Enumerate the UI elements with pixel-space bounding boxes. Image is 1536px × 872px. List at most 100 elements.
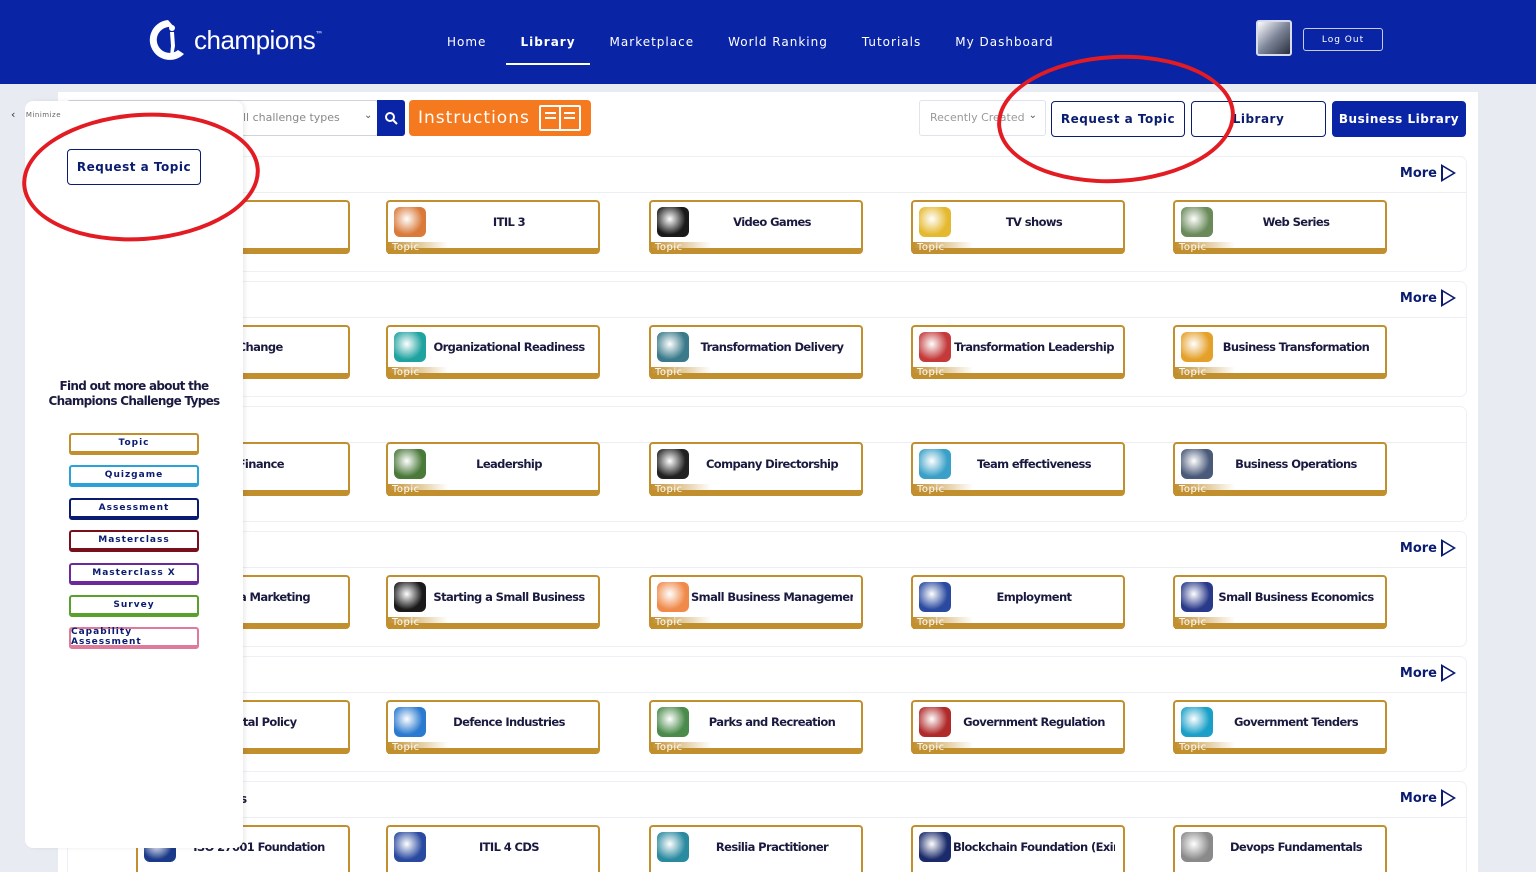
challenge-card[interactable]: Transformation Leadership Topic [911, 325, 1125, 379]
section-header: s More [68, 782, 1466, 818]
nav-my-dashboard[interactable]: My Dashboard [955, 29, 1053, 55]
more-label: More [1399, 790, 1437, 806]
request-topic-button[interactable]: Request a Topic [1051, 101, 1185, 137]
challenge-card[interactable]: Video Games Topic [649, 200, 863, 254]
sidebar-request-topic-button[interactable]: Request a Topic [67, 149, 201, 185]
library-toolbar: ✕ ll challenge types ⌄ Instructions Rece… [67, 100, 1467, 137]
card-title: Blockchain Foundation (Exin) [953, 840, 1115, 854]
nav-world-ranking[interactable]: World Ranking [728, 29, 828, 55]
challenge-card[interactable]: Government Regulation Topic [911, 700, 1125, 754]
library-section: s Finance Leadership Topic Company Director… [68, 407, 1466, 521]
legend-masterclass-x[interactable]: Masterclass X [69, 563, 199, 585]
card-type-badge: Topic [913, 242, 973, 254]
card-title: ental Policy [228, 715, 297, 729]
challenge-card[interactable]: TV shows Topic [911, 200, 1125, 254]
more-link[interactable]: More [1400, 789, 1456, 807]
challenge-card[interactable]: Defence Industries Topic [386, 700, 600, 754]
challenge-card[interactable]: Web Series Topic [1173, 200, 1387, 254]
challenge-card[interactable]: Leadership Topic [386, 442, 600, 496]
challenge-card[interactable]: Small Business Economics Topic [1173, 575, 1387, 629]
challenge-card[interactable]: Blockchain Foundation (Exin) [911, 825, 1125, 872]
challenge-card[interactable]: Parks and Recreation Topic [649, 700, 863, 754]
business-library-button[interactable]: Business Library [1332, 101, 1466, 137]
web-series-icon [1181, 207, 1213, 237]
main-nav: Home Library Marketplace World Ranking T… [430, 0, 1071, 84]
section-header: More [68, 282, 1466, 318]
challenge-card[interactable]: Government Tenders Topic [1173, 700, 1387, 754]
card-type-badge: Topic [1175, 367, 1235, 379]
top-header: champions ™ Home Library Marketplace Wor… [0, 0, 1536, 84]
challenge-card[interactable]: Business Operations Topic [1173, 442, 1387, 496]
card-title: s Change [228, 340, 283, 354]
card-type-badge: Topic [388, 367, 448, 379]
legend-survey[interactable]: Survey [69, 595, 199, 617]
challenge-card[interactable]: Starting a Small Business Topic [386, 575, 600, 629]
nav-library[interactable]: Library [506, 29, 590, 65]
challenge-card[interactable]: ITIL 3 Topic [386, 200, 600, 254]
card-title: ITIL 4 CDS [478, 840, 540, 854]
card-title: Devops Fundamentals [1229, 840, 1363, 854]
challenge-card[interactable]: Transformation Delivery Topic [649, 325, 863, 379]
nav-tutorials[interactable]: Tutorials [862, 29, 921, 55]
brand-name: champions [194, 24, 316, 55]
more-label: More [1399, 165, 1437, 181]
employment-icon [919, 582, 951, 612]
challenge-card[interactable]: Small Business Management Topic [649, 575, 863, 629]
challenge-card[interactable]: Devops Fundamentals [1173, 825, 1387, 872]
itil4-icon [394, 832, 426, 862]
card-title: dia Marketing [228, 590, 311, 604]
card-title: s Finance [228, 457, 285, 471]
card-title: Business Operations [1235, 457, 1357, 471]
user-avatar[interactable] [1256, 20, 1292, 56]
challenge-card[interactable]: Business Transformation Topic [1173, 325, 1387, 379]
tree-icon [394, 449, 426, 479]
sort-select[interactable]: Recently Created ⌄ [919, 100, 1046, 136]
legend-assessment[interactable]: Assessment [69, 498, 199, 520]
more-link[interactable]: More [1400, 539, 1456, 557]
legend-topic[interactable]: Topic [69, 433, 199, 455]
card-type-badge: Topic [651, 742, 711, 754]
itil-icon [394, 207, 426, 237]
nav-marketplace[interactable]: Marketplace [610, 29, 695, 55]
minimize-toggle[interactable]: ‹ Minimize [11, 108, 61, 121]
play-arrow-icon [1441, 164, 1456, 182]
legend-capability-assessment[interactable]: Capability Assessment [69, 627, 199, 649]
more-link[interactable]: More [1400, 164, 1456, 182]
library-button[interactable]: Library [1191, 101, 1326, 137]
card-type-badge: Topic [651, 242, 711, 254]
nav-home[interactable]: Home [447, 29, 486, 55]
card-type-badge: Topic [1175, 742, 1235, 754]
play-arrow-icon [1441, 539, 1456, 557]
chevron-down-icon[interactable]: ⌄ [364, 110, 372, 121]
card-title: Small Business Economics [1218, 590, 1374, 604]
card-title: Government Regulation [963, 715, 1105, 729]
card-title: Parks and Recreation [708, 715, 836, 729]
challenge-card[interactable]: Company Directorship Topic [649, 442, 863, 496]
search-button[interactable] [377, 100, 405, 136]
card-type-badge: Topic [388, 617, 448, 629]
trademark: ™ [315, 29, 324, 39]
instructions-button[interactable]: Instructions [409, 100, 591, 136]
play-arrow-icon [1441, 289, 1456, 307]
challenge-card[interactable]: Employment Topic [911, 575, 1125, 629]
card-title: Web Series [1262, 215, 1330, 229]
challenge-card[interactable]: ITIL 4 CDS [386, 825, 600, 872]
regulation-icon [919, 707, 951, 737]
challenge-card[interactable]: Resilia Practitioner [649, 825, 863, 872]
sort-value: Recently Created [930, 111, 1025, 124]
legend-masterclass[interactable]: Masterclass [69, 530, 199, 552]
more-label: More [1399, 290, 1437, 306]
leadership-chart-icon [919, 332, 951, 362]
more-link[interactable]: More [1400, 664, 1456, 682]
people-cycle-icon [657, 332, 689, 362]
more-link[interactable]: More [1400, 289, 1456, 307]
gear-icon [1181, 332, 1213, 362]
play-arrow-icon [1441, 789, 1456, 807]
challenge-card[interactable]: Organizational Readiness Topic [386, 325, 600, 379]
legend-quizgame[interactable]: Quizgame [69, 465, 199, 487]
challenge-card[interactable]: Team effectiveness Topic [911, 442, 1125, 496]
chevron-left-icon: ‹ [11, 108, 16, 121]
logout-button[interactable]: Log Out [1303, 28, 1383, 51]
card-title: Organizational Readiness [433, 340, 585, 354]
champions-logo[interactable]: champions ™ [148, 16, 323, 64]
